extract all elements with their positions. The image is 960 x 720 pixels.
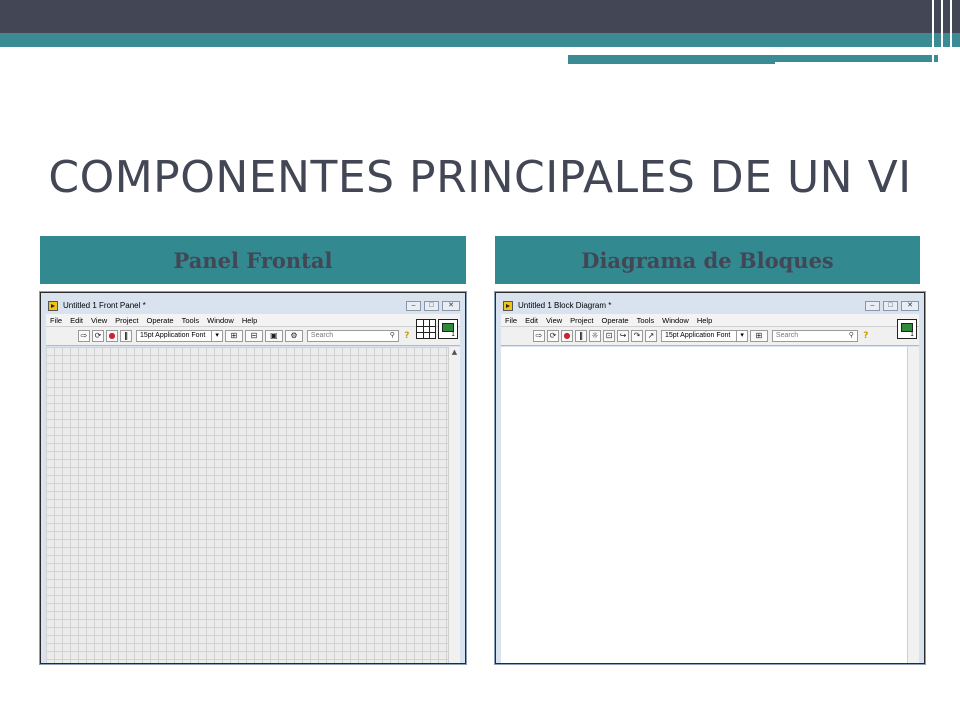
menu-operate[interactable]: Operate [602,316,629,325]
search-input[interactable]: Search ⚲ [771,330,858,342]
chevron-down-icon: ▾ [736,331,744,341]
menu-view[interactable]: View [91,316,107,325]
block-diagram-canvas[interactable] [501,347,919,663]
menu-window[interactable]: Window [662,316,689,325]
menu-file[interactable]: File [505,316,517,325]
pause-icon[interactable]: ‖ [575,330,587,342]
minimize-button[interactable]: – [865,300,880,311]
labview-app-icon [503,300,513,311]
slide-accent-line [775,62,938,65]
search-placeholder: Search [775,332,799,339]
menu-view[interactable]: View [546,316,562,325]
menu-project[interactable]: Project [115,316,138,325]
window-titlebar[interactable]: Untitled 1 Block Diagram * – □ ✕ [501,297,919,314]
menu-edit[interactable]: Edit [70,316,83,325]
menu-operate[interactable]: Operate [147,316,174,325]
resize-objects-icon[interactable]: ▣ [264,330,283,342]
vertical-scrollbar[interactable]: ▲ [448,347,460,663]
font-selector-label: 15pt Application Font [140,332,206,339]
minimize-button[interactable]: – [406,300,421,311]
front-panel-window: Untitled 1 Front Panel * – □ ✕ File Edit… [39,291,467,665]
run-continuously-icon[interactable]: ⟳ [547,330,559,342]
close-button[interactable]: ✕ [901,300,919,311]
slide-top-bar [0,0,960,33]
run-arrow-icon[interactable]: ⇨ [533,330,545,342]
search-input[interactable]: Search ⚲ [306,330,399,342]
vi-icon[interactable] [897,319,917,339]
menu-window[interactable]: Window [207,316,234,325]
highlight-execution-icon[interactable]: ☼ [589,330,601,342]
font-selector[interactable]: 15pt Application Font ▾ [661,330,748,342]
maximize-button[interactable]: □ [424,300,439,311]
window-titlebar[interactable]: Untitled 1 Front Panel * – □ ✕ [46,297,460,314]
slide-teal-bar [0,33,960,47]
window-title: Untitled 1 Front Panel * [63,301,146,310]
step-into-icon[interactable]: ↪ [617,330,629,342]
run-arrow-icon[interactable]: ⇨ [78,330,90,342]
menu-project[interactable]: Project [570,316,593,325]
font-selector-label: 15pt Application Font [665,332,731,339]
front-panel-canvas[interactable]: ▲ [46,347,460,663]
abort-icon[interactable]: ● [106,330,118,342]
vi-icon[interactable] [438,319,458,339]
menu-tools[interactable]: Tools [182,316,200,325]
help-icon[interactable]: ? [861,330,871,342]
window-title: Untitled 1 Block Diagram * [518,301,612,310]
scroll-up-icon[interactable]: ▲ [449,347,460,357]
abort-icon[interactable]: ● [561,330,573,342]
search-icon[interactable]: ⚲ [849,331,854,341]
reorder-icon[interactable]: ⚙ [284,330,303,342]
align-objects-icon[interactable]: ⊞ [224,330,243,342]
step-out-icon[interactable]: ↗ [645,330,657,342]
pause-icon[interactable]: ‖ [120,330,132,342]
slide-title: COMPONENTES PRINCIPALES DE UN VI [48,152,912,203]
slide-accent-line [932,0,934,64]
toolbar: ⇨ ⟳ ● ‖ 15pt Application Font ▾ ⊞ ⊟ ▣ ⚙ S… [46,319,460,346]
search-icon[interactable]: ⚲ [390,331,395,341]
run-continuously-icon[interactable]: ⟳ [92,330,104,342]
menu-tools[interactable]: Tools [637,316,655,325]
menu-help[interactable]: Help [697,316,712,325]
pane-header-block-diagram: Diagrama de Bloques [495,236,920,284]
block-diagram-window: Untitled 1 Block Diagram * – □ ✕ File Ed… [494,291,926,665]
retain-wire-values-icon[interactable]: ⊡ [603,330,615,342]
menu-bar: File Edit View Project Operate Tools Win… [46,314,460,327]
help-icon[interactable]: ? [402,330,412,342]
pane-header-front-panel: Panel Frontal [40,236,466,284]
vertical-scrollbar[interactable] [907,347,919,663]
close-button[interactable]: ✕ [442,300,460,311]
search-placeholder: Search [310,332,334,339]
slide-accent-line [568,47,888,50]
maximize-button[interactable]: □ [883,300,898,311]
menu-help[interactable]: Help [242,316,257,325]
distribute-objects-icon[interactable]: ⊟ [244,330,263,342]
toolbar: ⇨ ⟳ ● ‖ ☼ ⊡ ↪ ↷ ↗ 15pt Application Font ▾… [501,319,919,346]
font-selector[interactable]: 15pt Application Font ▾ [136,330,223,342]
chevron-down-icon: ▾ [211,331,219,341]
labview-app-icon [48,300,58,311]
step-over-icon[interactable]: ↷ [631,330,643,342]
menu-bar: File Edit View Project Operate Tools Win… [501,314,919,327]
connector-pane-icon[interactable] [416,319,436,339]
slide-accent-line [950,0,952,64]
align-objects-icon[interactable]: ⊞ [749,330,768,342]
menu-edit[interactable]: Edit [525,316,538,325]
menu-file[interactable]: File [50,316,62,325]
slide-accent-line [941,0,943,64]
